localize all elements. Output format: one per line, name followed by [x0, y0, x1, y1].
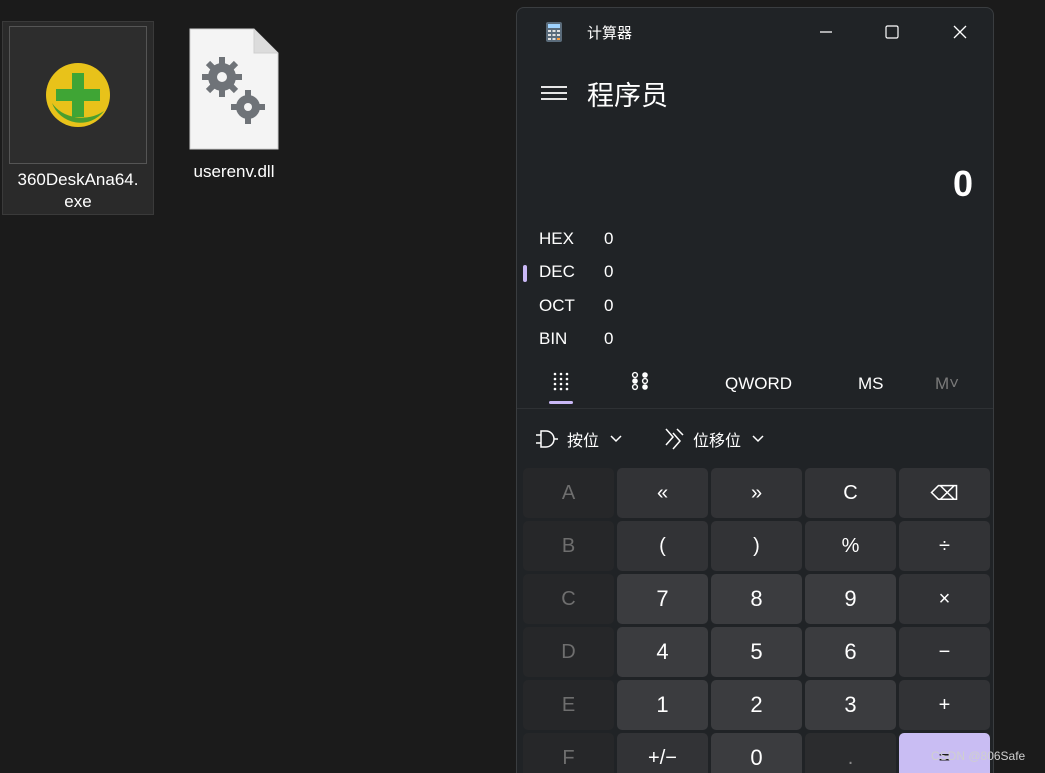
- watermark: CSDN @806Safe: [931, 749, 1026, 763]
- active-radix-indicator: [523, 264, 527, 282]
- key-divide[interactable]: ÷: [899, 521, 990, 571]
- key-1[interactable]: 1: [617, 680, 708, 730]
- key-hex-b[interactable]: B: [523, 521, 614, 571]
- key-multiply[interactable]: ×: [899, 574, 990, 624]
- key-2[interactable]: 2: [711, 680, 802, 730]
- radix-name: BIN: [539, 329, 568, 349]
- chevron-down-icon: [752, 435, 764, 443]
- chevron-down-icon: [610, 435, 622, 443]
- dll-file-icon: [188, 27, 280, 151]
- calculator-app-icon: [545, 22, 563, 47]
- selected-tab-underline: [549, 401, 573, 404]
- key-close-paren[interactable]: ): [711, 521, 802, 571]
- key-subtract[interactable]: −: [899, 627, 990, 677]
- separator: [517, 408, 993, 409]
- key-6[interactable]: 6: [805, 627, 896, 677]
- desktop-icon-label: userenv.dll: [193, 162, 275, 181]
- key-4[interactable]: 4: [617, 627, 708, 677]
- bitwise-label: 按位: [567, 431, 600, 450]
- key-hex-e[interactable]: E: [523, 680, 614, 730]
- key-clear[interactable]: C: [805, 468, 896, 518]
- key-0[interactable]: 0: [711, 733, 802, 773]
- radix-value: 0: [604, 228, 614, 248]
- key-open-paren[interactable]: (: [617, 521, 708, 571]
- window-title: 计算器: [587, 24, 633, 42]
- result-display: 0: [952, 163, 973, 204]
- radix-row-bin[interactable]: BIN 0: [517, 323, 993, 357]
- key-hex-f[interactable]: F: [523, 733, 614, 773]
- hamburger-menu-icon[interactable]: [539, 82, 569, 104]
- key-3[interactable]: 3: [805, 680, 896, 730]
- desktop-icon-360deskana64[interactable]: 360DeskAna64. exe: [2, 21, 154, 215]
- radix-list: HEX 0 DEC 0 OCT 0 BIN 0: [517, 222, 993, 356]
- keypad-dots-icon: [553, 372, 569, 391]
- radix-name: OCT: [539, 295, 575, 315]
- bitshift-dropdown[interactable]: 位移位: [663, 426, 765, 452]
- mode-title: 程序员: [587, 81, 668, 112]
- desktop-icon-label: 360DeskAna64. exe: [17, 170, 139, 211]
- key-hex-c[interactable]: C: [523, 574, 614, 624]
- key-modulo[interactable]: %: [805, 521, 896, 571]
- key-hex-a[interactable]: A: [523, 468, 614, 518]
- key-9[interactable]: 9: [805, 574, 896, 624]
- bitshift-icon: [665, 428, 684, 450]
- radix-row-hex[interactable]: HEX 0: [517, 222, 993, 256]
- calculator-window: 计算器 程序员 0 HEX 0 DEC 0 OCT 0 BIN 0 QWORD …: [516, 7, 994, 773]
- key-hex-d[interactable]: D: [523, 627, 614, 677]
- title-bar[interactable]: 计算器: [517, 8, 993, 56]
- key-7[interactable]: 7: [617, 574, 708, 624]
- radix-value: 0: [604, 262, 614, 282]
- bitwise-dropdown[interactable]: 按位: [535, 426, 623, 452]
- radix-row-oct[interactable]: OCT 0: [517, 289, 993, 323]
- key-shift-right[interactable]: »: [711, 468, 802, 518]
- maximize-button[interactable]: [859, 8, 925, 56]
- key-8[interactable]: 8: [711, 574, 802, 624]
- minimize-button[interactable]: [793, 8, 859, 56]
- bitshift-label: 位移位: [693, 431, 742, 450]
- key-decimal[interactable]: .: [805, 733, 896, 773]
- radix-value: 0: [604, 329, 614, 349]
- radix-row-dec[interactable]: DEC 0: [517, 256, 993, 290]
- key-negate[interactable]: +/−: [617, 733, 708, 773]
- logic-gate-icon: [536, 430, 558, 448]
- radix-value: 0: [604, 295, 614, 315]
- close-button[interactable]: [927, 8, 993, 56]
- key-add[interactable]: +: [899, 680, 990, 730]
- keypad: A « » C ⌫ B ( ) % ÷ C 7 8 9 × D 4 5 6 − …: [523, 468, 990, 773]
- app-shield-plus-icon: [9, 26, 147, 164]
- memory-store-button[interactable]: MS: [858, 374, 884, 394]
- radix-name: DEC: [539, 262, 575, 282]
- word-size-button[interactable]: QWORD: [725, 374, 792, 394]
- bit-toggle-icon: [631, 371, 649, 391]
- key-backspace[interactable]: ⌫: [899, 468, 990, 518]
- bit-toggle-tab[interactable]: [620, 364, 660, 400]
- full-keypad-tab[interactable]: [541, 364, 581, 404]
- key-5[interactable]: 5: [711, 627, 802, 677]
- keypad-tabs: QWORD MS M˅: [517, 360, 993, 406]
- memory-view-button[interactable]: M˅: [935, 374, 959, 394]
- key-shift-left[interactable]: «: [617, 468, 708, 518]
- desktop-icon-userenv-dll[interactable]: userenv.dll: [172, 27, 296, 183]
- radix-name: HEX: [539, 228, 574, 248]
